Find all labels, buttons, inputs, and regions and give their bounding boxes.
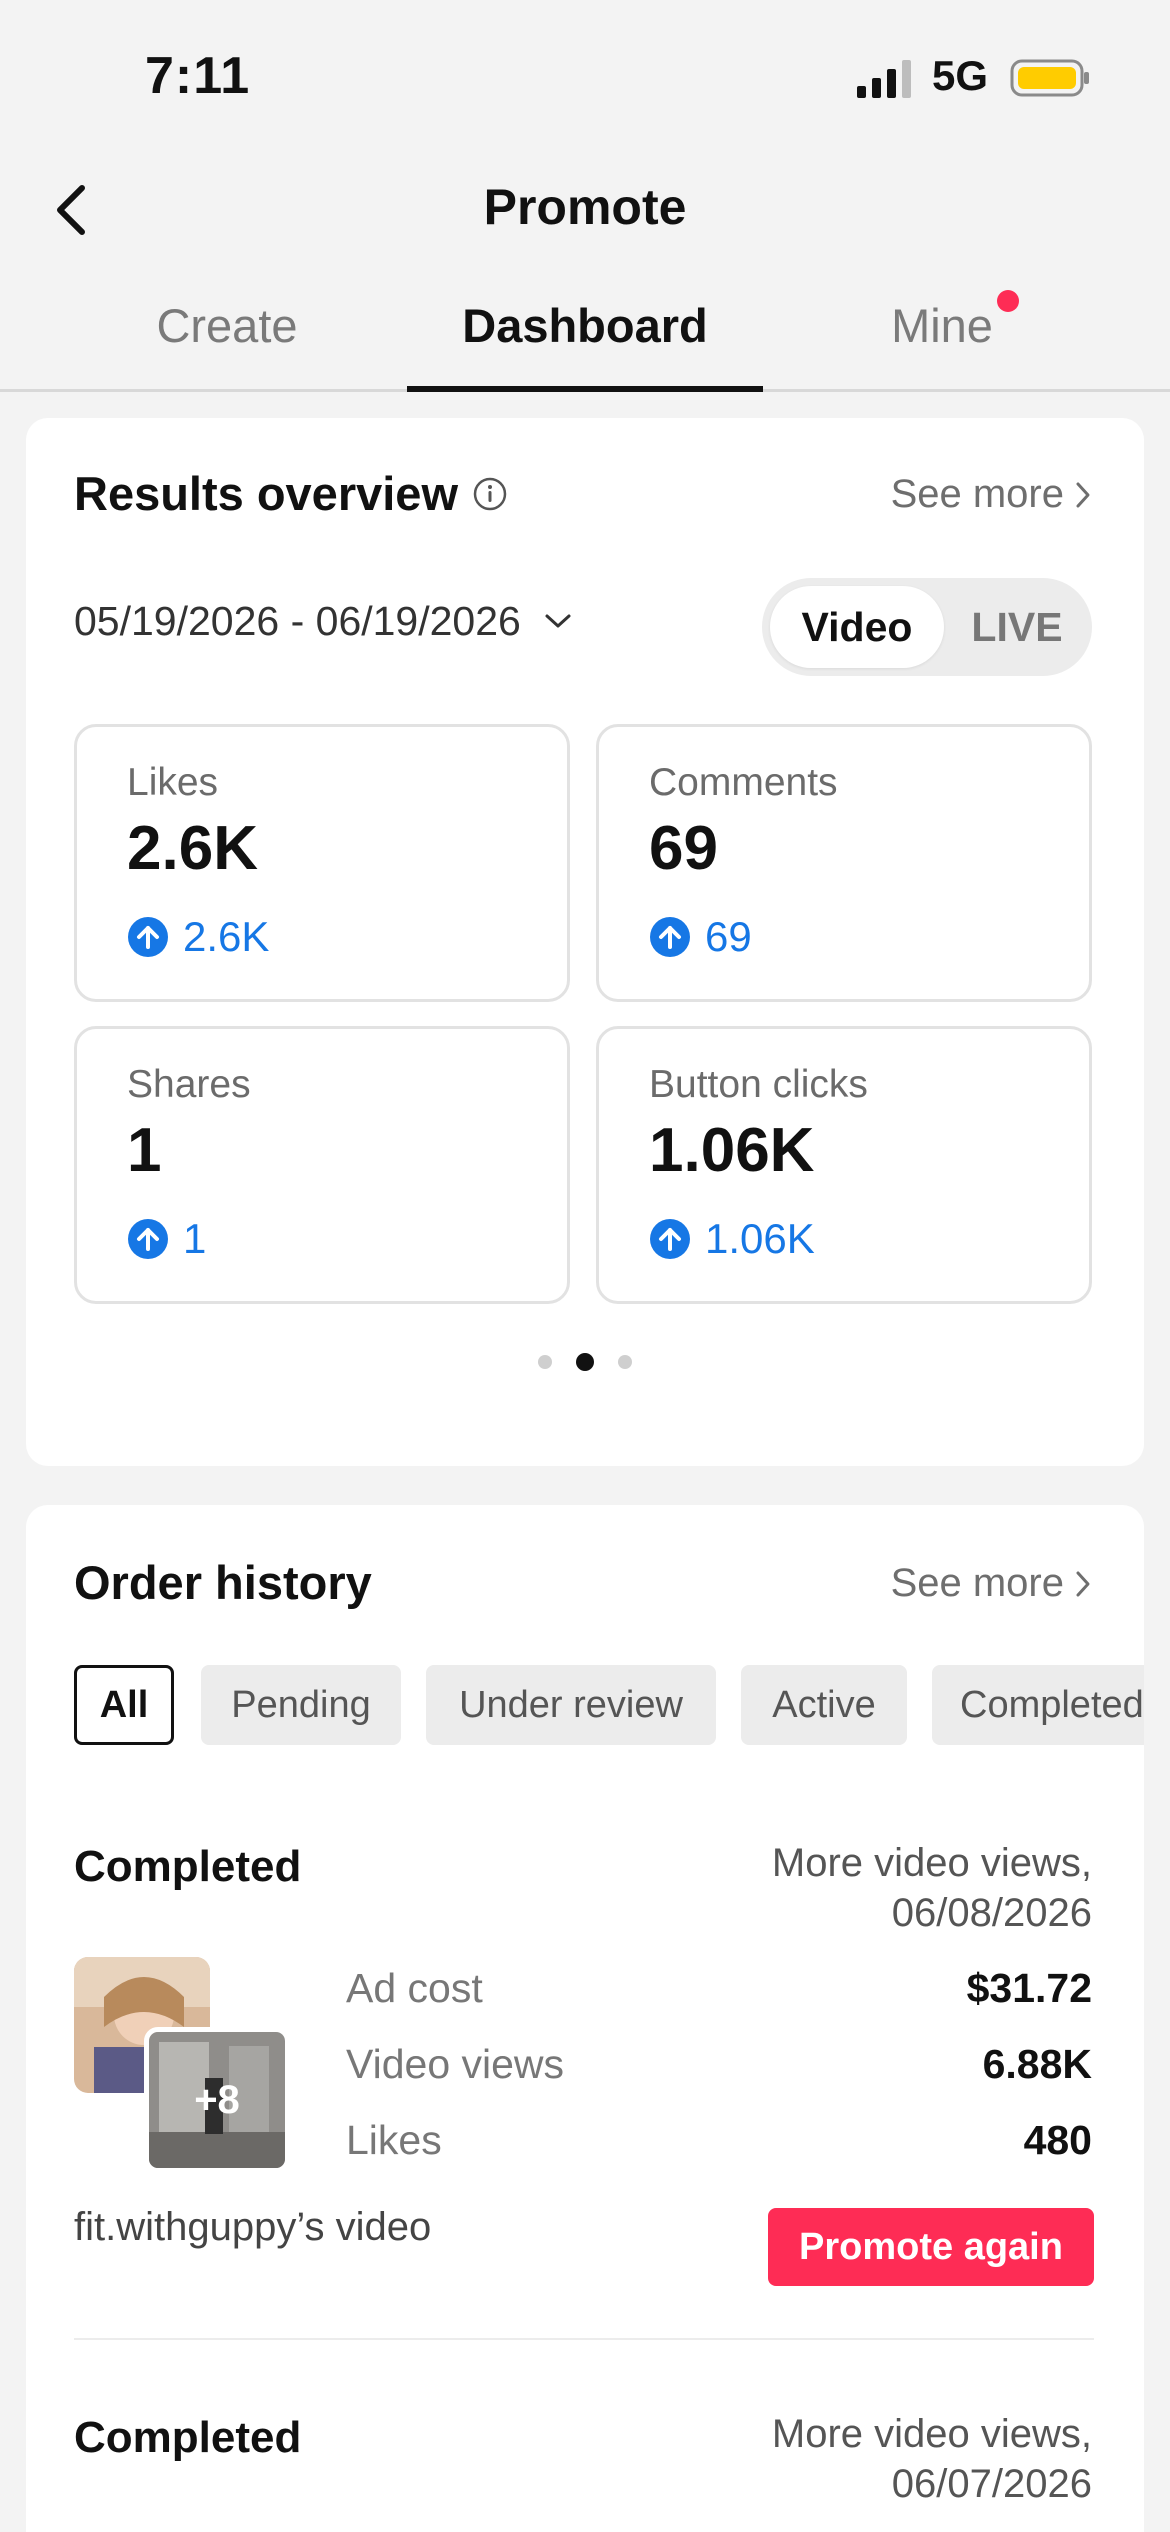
- notification-badge: [997, 290, 1019, 312]
- thumbnail-count: +8: [194, 2077, 240, 2122]
- order-desc-line2: 06/07/2026: [891, 2462, 1092, 2506]
- order-desc-line1: More video views,: [771, 1841, 1092, 1885]
- stat-value: 6.88K: [982, 2041, 1092, 2087]
- metric-delta-value: 2.6K: [183, 913, 270, 960]
- active-tab-indicator: [407, 386, 763, 392]
- info-icon[interactable]: [472, 476, 508, 512]
- page-dot[interactable]: [538, 1355, 552, 1369]
- filter-chip-all[interactable]: All: [74, 1665, 174, 1745]
- metric-delta-value: 69: [705, 913, 752, 960]
- stat-value: $31.72: [966, 1965, 1092, 2011]
- tab-bar: Create Dashboard Mine: [0, 280, 1170, 392]
- stat-row-video-views: Video views 6.88K: [346, 2041, 1092, 2088]
- filter-chip-under-review[interactable]: Under review: [426, 1665, 716, 1745]
- order-desc-line2: 06/08/2026: [891, 1891, 1092, 1935]
- arrow-up-circle-icon: [650, 1219, 690, 1259]
- status-time: 7:11: [145, 47, 251, 105]
- metric-delta: 1: [127, 1215, 206, 1263]
- metric-card-comments[interactable]: Comments 69 69: [596, 724, 1092, 1002]
- filter-chip-active[interactable]: Active: [741, 1665, 907, 1745]
- order-description: More video views, 06/08/2026: [772, 1838, 1092, 1938]
- order-description: More video views, 06/07/2026: [772, 2409, 1092, 2509]
- stat-row-ad-cost: Ad cost $31.72: [346, 1965, 1092, 2012]
- segment-live[interactable]: LIVE: [952, 586, 1082, 668]
- stat-row-likes: Likes 480: [346, 2117, 1092, 2164]
- stat-label: Ad cost: [346, 1965, 483, 2011]
- arrow-up-circle-icon: [128, 1219, 168, 1259]
- segment-video[interactable]: Video: [770, 586, 944, 668]
- battery-icon: [1010, 59, 1089, 97]
- page-dot[interactable]: [618, 1355, 632, 1369]
- order-status: Completed: [74, 2413, 302, 2462]
- results-see-more-link[interactable]: See more: [891, 472, 1092, 517]
- arrow-up-circle-icon: [128, 917, 168, 957]
- metric-delta-value: 1: [183, 1215, 207, 1262]
- date-range-selector[interactable]: 05/19/2026 - 06/19/2026: [74, 598, 573, 645]
- metric-label: Comments: [649, 761, 838, 804]
- metric-card-likes[interactable]: Likes 2.6K 2.6K: [74, 724, 570, 1002]
- metric-delta-value: 1.06K: [705, 1215, 815, 1262]
- order-status: Completed: [74, 1842, 302, 1891]
- network-type: 5G: [932, 52, 989, 99]
- content-type-toggle: Video LIVE: [762, 578, 1092, 676]
- metric-card-shares[interactable]: Shares 1 1: [74, 1026, 570, 1304]
- metric-value: 1: [127, 1116, 162, 1185]
- cellular-signal-icon: [857, 60, 911, 98]
- metric-delta: 1.06K: [649, 1215, 815, 1263]
- filter-chip-completed[interactable]: Completed: [932, 1665, 1144, 1745]
- tab-mine[interactable]: Mine: [762, 298, 1122, 353]
- filter-chip-row: All Pending Under review Active Complete…: [26, 1505, 1144, 1805]
- video-owner-label: fit.withguppy’s video: [74, 2205, 432, 2249]
- results-overview-title: Results overview: [74, 467, 459, 520]
- metric-value: 1.06K: [649, 1116, 815, 1185]
- nav-bar: Promote: [0, 150, 1170, 270]
- status-bar: 7:11 5G: [0, 0, 1170, 150]
- metric-label: Likes: [127, 761, 219, 804]
- metric-value: 69: [649, 814, 718, 883]
- stat-label: Likes: [346, 2117, 442, 2163]
- chevron-down-icon: [545, 614, 571, 627]
- see-more-label: See more: [890, 472, 1064, 516]
- chevron-right-icon: [1076, 482, 1090, 507]
- metric-label: Button clicks: [649, 1063, 868, 1106]
- stat-label: Video views: [346, 2041, 565, 2087]
- page-dot-active[interactable]: [576, 1353, 594, 1371]
- tab-dashboard[interactable]: Dashboard: [405, 298, 765, 353]
- page-title: Promote: [483, 179, 687, 235]
- metric-delta: 2.6K: [127, 913, 269, 961]
- page-indicator: [26, 1353, 1144, 1371]
- divider: [74, 2338, 1094, 2340]
- video-thumbnail-stack[interactable]: +8: [144, 2027, 290, 2173]
- date-range-text: 05/19/2026 - 06/19/2026: [74, 598, 521, 644]
- metric-delta: 69: [649, 913, 752, 961]
- order-desc-line1: More video views,: [771, 2412, 1092, 2456]
- metric-card-button-clicks[interactable]: Button clicks 1.06K 1.06K: [596, 1026, 1092, 1304]
- tab-create[interactable]: Create: [47, 298, 407, 353]
- metric-label: Shares: [127, 1063, 251, 1106]
- arrow-up-circle-icon: [650, 917, 690, 957]
- metric-value: 2.6K: [127, 814, 258, 883]
- promote-again-button[interactable]: Promote again: [768, 2208, 1094, 2286]
- order-history-card: Order history See more All Pending Under…: [26, 1505, 1144, 2532]
- filter-chip-pending[interactable]: Pending: [201, 1665, 401, 1745]
- stat-value: 480: [1023, 2117, 1092, 2163]
- results-overview-card: Results overview See more 05/19/2026 - 0…: [26, 418, 1144, 1466]
